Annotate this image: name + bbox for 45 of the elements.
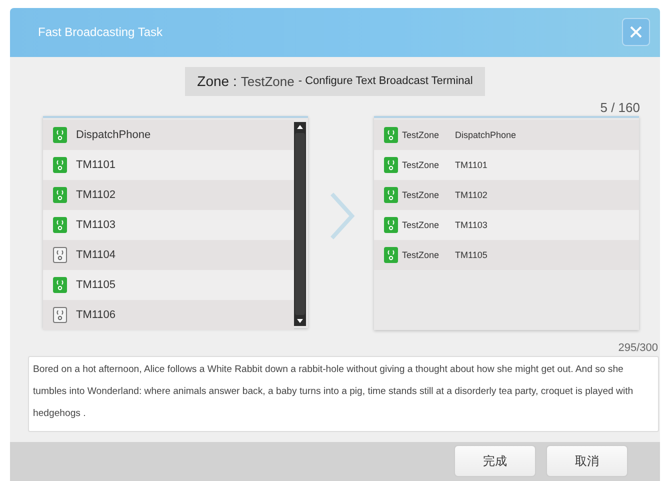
terminal-name: TM1105 [455,250,488,260]
zone-label: Zone : [197,73,237,90]
zone-name: TestZone [402,160,440,170]
terminal-name: TM1106 [76,308,116,321]
terminal-name: TM1102 [76,188,116,201]
terminal-row[interactable]: TM1104 [43,240,294,270]
window-title: Fast Broadcasting Task [38,25,163,40]
zone-name: TestZone [240,74,294,89]
terminal-row[interactable]: TM1105 [43,270,294,300]
terminal-name: TM1101 [455,160,488,170]
selected-terminal-row[interactable]: TestZone TM1105 [374,240,639,270]
terminal-name: TM1105 [76,278,116,291]
terminal-row[interactable]: TM1106 [43,300,294,330]
terminal-row[interactable]: DispatchPhone [43,120,294,150]
zone-name: TestZone [402,250,440,260]
selected-terminal-row[interactable]: TestZone TM1101 [374,150,639,180]
close-button[interactable] [622,18,650,46]
selection-counter: 5 / 160 [600,100,640,116]
zone-name: TestZone [402,130,440,140]
scroll-thumb[interactable] [295,132,305,315]
chevron-right-icon [328,190,356,241]
close-icon [629,25,643,40]
character-counter: 295/300 [618,342,658,354]
selected-terminal-row[interactable]: TestZone DispatchPhone [374,120,639,150]
zone-description: - Configure Text Broadcast Terminal [298,75,473,88]
terminal-row[interactable]: TM1102 [43,180,294,210]
terminal-name: DispatchPhone [76,128,151,141]
terminal-row[interactable]: TM1103 [43,210,294,240]
terminal-name: TM1103 [76,218,116,231]
terminal-name: TM1104 [76,248,116,261]
terminal-name: TM1101 [76,158,116,171]
zone-name: TestZone [402,220,440,230]
done-button[interactable]: 完成 [454,445,536,478]
terminal-name: DispatchPhone [455,130,516,140]
selected-terminal-row[interactable]: TestZone TM1103 [374,210,639,240]
selected-terminal-row[interactable]: TestZone TM1102 [374,180,639,210]
terminal-name: TM1103 [455,220,488,230]
terminal-name: TM1102 [455,190,488,200]
cancel-button[interactable]: 取消 [546,445,628,478]
zone-name: TestZone [402,190,440,200]
message-field[interactable]: Bored on a hot afternoon, Alice follows a White Rabbit down a rabbit-hole without giving a thought about how she might get out. And so she tumbles into Wonderland: where animals answer back, a baby turns into a pig, time stands still at a disorderly tea party, croquet is played with hedgehogs . [28,356,659,432]
scrollbar[interactable] [294,122,306,326]
scroll-down-icon[interactable] [297,318,303,323]
scroll-up-icon[interactable] [297,124,303,129]
terminal-row[interactable]: TM1101 [43,150,294,180]
